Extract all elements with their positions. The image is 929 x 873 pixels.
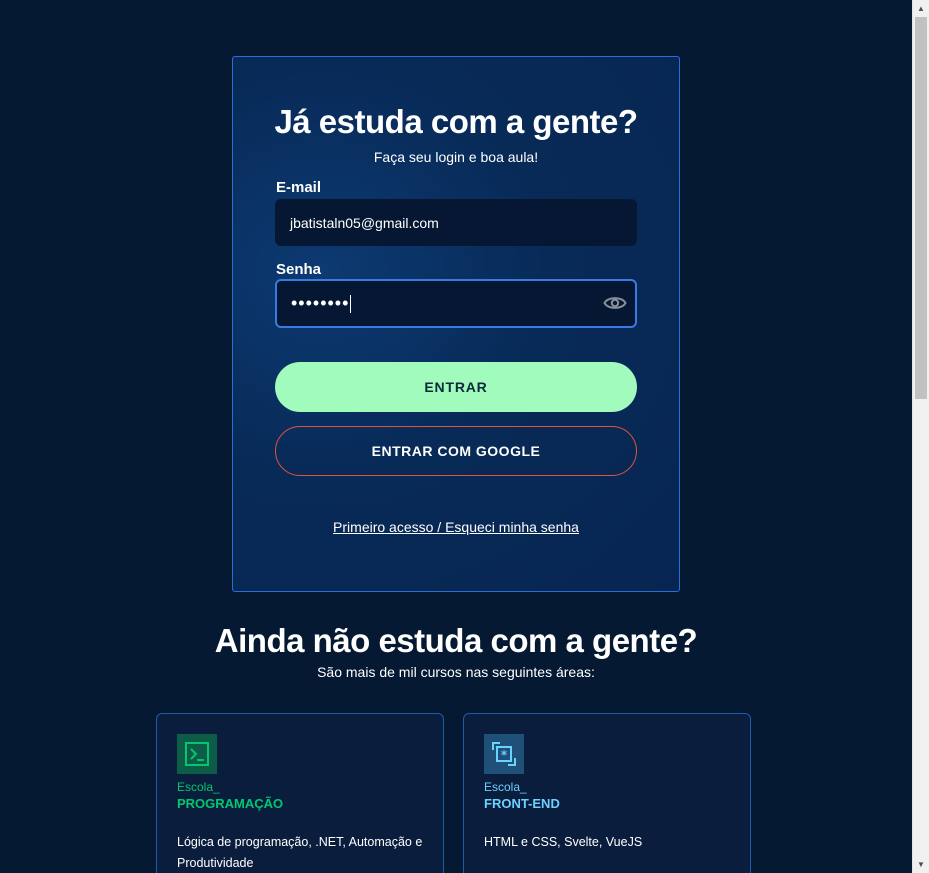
recover-password-link[interactable]: Primeiro acesso / Esqueci minha senha [233,519,679,535]
eye-icon[interactable] [603,293,627,313]
terminal-icon [177,734,217,774]
school-prefix: Escola_ [484,780,527,794]
email-label: E-mail [276,179,322,196]
frontend-icon: * [484,734,524,774]
vertical-scrollbar[interactable]: ▲ ▼ [912,0,929,873]
email-value: jbatistaln05@gmail.com [290,214,439,231]
svg-text:*: * [501,748,508,762]
school-name: PROGRAMAÇÃO [177,796,284,811]
password-field[interactable]: •••••••• [275,279,637,328]
school-card-programacao[interactable]: Escola_ PROGRAMAÇÃO Lógica de programaçã… [156,713,444,873]
login-title: Já estuda com a gente? [274,103,638,140]
school-description: HTML e CSS, Svelte, VueJS [484,835,643,849]
text-caret [350,294,352,313]
signup-subtitle: São mais de mil cursos nas seguintes áre… [317,664,595,680]
signup-title: Ainda não estuda com a gente? [214,622,698,659]
scrollbar-thumb[interactable] [915,17,927,399]
password-label: Senha [276,261,322,278]
scroll-up-icon[interactable]: ▲ [913,0,929,17]
school-card-front-end[interactable]: * Escola_ FRONT-END HTML e CSS, Svelte, … [463,713,751,873]
enter-button[interactable]: ENTRAR [275,362,637,412]
scroll-down-icon[interactable]: ▼ [913,856,929,873]
login-card: Já estuda com a gente? Faça seu login e … [232,56,680,592]
password-value: •••••••• [291,293,350,313]
google-login-button[interactable]: ENTRAR COM GOOGLE [275,426,637,476]
school-description: Lógica de programação, .NET, Automação e… [177,835,423,870]
email-field[interactable]: jbatistaln05@gmail.com [275,199,637,246]
school-prefix: Escola_ [177,780,220,794]
school-name: FRONT-END [484,796,560,811]
login-subtitle: Faça seu login e boa aula! [373,149,539,165]
page: Já estuda com a gente? Faça seu login e … [0,0,929,873]
